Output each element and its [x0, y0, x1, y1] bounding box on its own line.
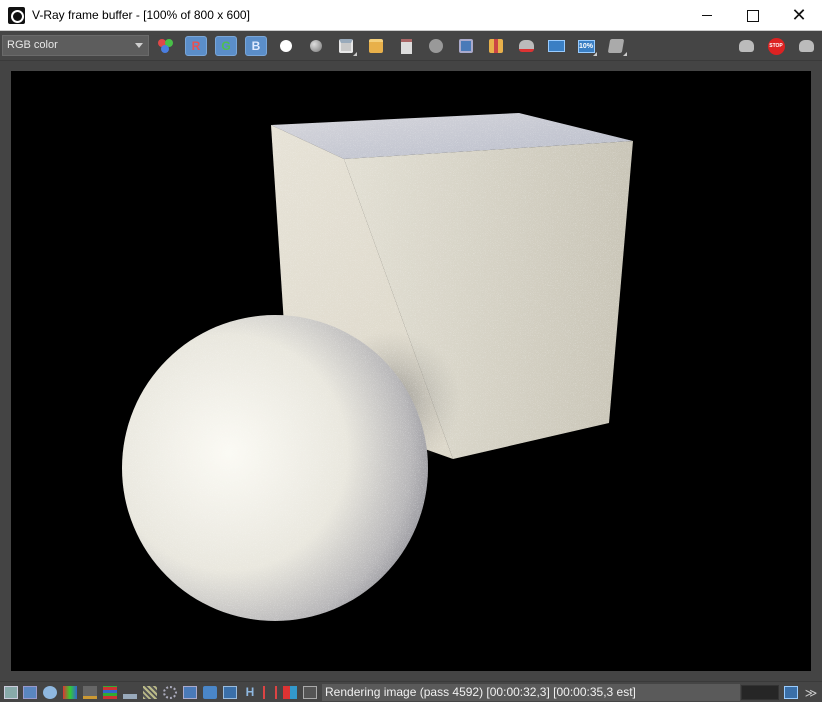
floppy-save-icon — [339, 39, 353, 53]
white-balance-icon[interactable] — [183, 686, 197, 699]
follow-mouse-button[interactable] — [455, 36, 477, 56]
clear-image-button[interactable] — [425, 36, 447, 56]
histogram-icon[interactable] — [123, 686, 137, 699]
window-title: V-Ray frame buffer - [100% of 800 x 600] — [32, 8, 250, 22]
green-channel-button[interactable]: G — [215, 36, 237, 56]
history-panel-icon[interactable] — [784, 686, 798, 699]
lut-label: 10% — [577, 39, 595, 53]
region-grid-icon — [489, 39, 503, 53]
save-image-button[interactable] — [335, 36, 357, 56]
levels-icon[interactable] — [103, 686, 117, 699]
close-button[interactable]: ✕ — [776, 0, 822, 31]
pin-icon[interactable] — [303, 686, 317, 699]
sphere-object — [122, 315, 428, 621]
clear-circle-icon — [429, 39, 443, 53]
gray-dot-icon — [310, 40, 322, 52]
title-bar: V-Ray frame buffer - [100% of 800 x 600]… — [0, 0, 822, 31]
maximize-button[interactable] — [730, 0, 776, 31]
show-corrections-icon[interactable] — [4, 686, 18, 699]
red-channel-button[interactable]: R — [185, 36, 207, 56]
color-channels-icon[interactable] — [155, 36, 177, 56]
display-monitor-icon — [547, 40, 565, 52]
monochrome-button[interactable] — [305, 36, 327, 56]
region-render-button[interactable] — [485, 36, 507, 56]
interactive-render-button[interactable] — [795, 36, 817, 56]
pixel-info-icon[interactable] — [23, 686, 37, 699]
window-arrow-icon — [459, 39, 473, 53]
chevron-down-icon — [135, 43, 143, 48]
copy-clipboard-button[interactable] — [395, 36, 417, 56]
toolbar: RGB color R G B 10% STOP — [0, 31, 822, 61]
curve-icon[interactable] — [143, 686, 157, 699]
lut-button[interactable]: 10% — [575, 36, 597, 56]
clipboard-icon — [400, 38, 412, 54]
render-teapot-button[interactable] — [735, 36, 757, 56]
render-progress-bar — [741, 685, 779, 700]
teapot-icon — [738, 40, 754, 52]
ocio-icon[interactable] — [203, 686, 217, 699]
exposure-icon[interactable] — [163, 686, 177, 699]
blue-channel-button[interactable]: B — [245, 36, 267, 56]
channel-select-value: RGB color — [7, 39, 58, 51]
h-label-icon[interactable]: H — [243, 686, 257, 699]
channel-select[interactable]: RGB color — [2, 35, 149, 56]
compare-icon[interactable] — [263, 686, 277, 699]
render-last-button[interactable] — [515, 36, 537, 56]
info-icon[interactable] — [43, 686, 57, 699]
stop-render-button[interactable]: STOP — [765, 36, 787, 56]
lut-icon[interactable] — [223, 686, 237, 699]
stamp-icon — [607, 39, 625, 53]
teapot-render-icon — [518, 40, 534, 52]
hsl-icon[interactable] — [83, 686, 97, 699]
white-dot-icon — [280, 40, 292, 52]
render-viewport[interactable] — [11, 71, 811, 671]
display-correction-button[interactable] — [545, 36, 567, 56]
load-image-button[interactable] — [365, 36, 387, 56]
stamp-button[interactable] — [605, 36, 627, 56]
minimize-button[interactable] — [684, 0, 730, 31]
expand-icon[interactable]: ≫ — [804, 686, 818, 700]
rendered-image — [122, 113, 633, 621]
status-bar: H Rendering image (pass 4592) [00:00:32,… — [0, 681, 822, 702]
teapot-interactive-icon — [798, 40, 814, 52]
ab-compare-icon[interactable] — [283, 686, 297, 699]
vray-app-icon — [8, 7, 25, 24]
stop-icon: STOP — [767, 37, 785, 55]
color-clamp-icon[interactable] — [63, 686, 77, 699]
render-status-text: Rendering image (pass 4592) [00:00:32,3]… — [322, 684, 740, 701]
alpha-white-button[interactable] — [275, 36, 297, 56]
folder-open-icon — [369, 39, 383, 53]
